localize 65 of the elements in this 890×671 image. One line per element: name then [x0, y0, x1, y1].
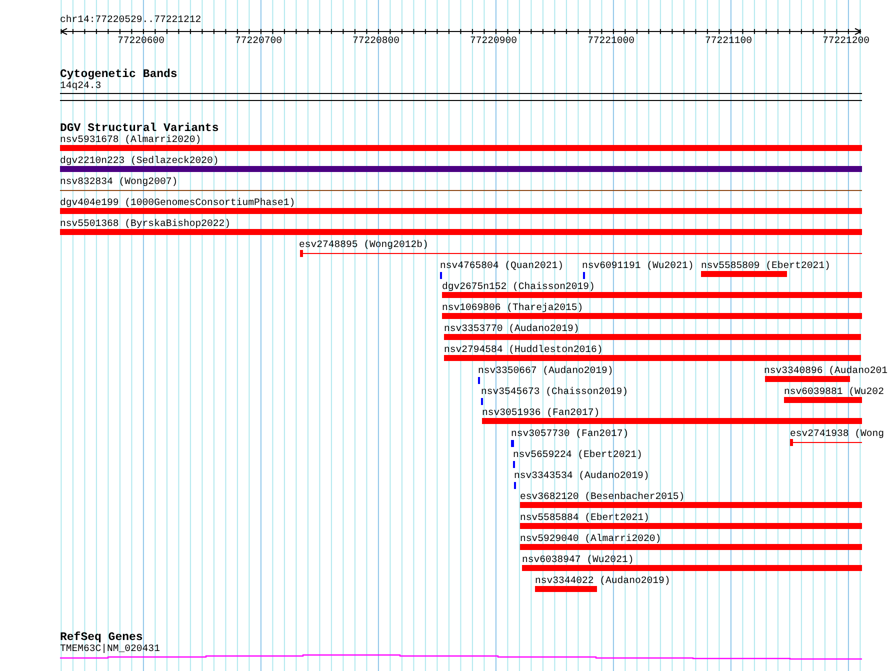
feature-label: nsv3051936 (Fan2017)	[482, 407, 600, 419]
variant-bar[interactable]	[444, 355, 861, 361]
feature-label: nsv5585884 (Ebert2021)	[520, 512, 650, 524]
variant-bar[interactable]	[765, 376, 850, 382]
track-title: DGV Structural Variants	[60, 122, 219, 135]
variant-mark[interactable]	[514, 482, 516, 489]
feature-label: nsv3344022 (Audano2019)	[535, 575, 670, 587]
feature-label: nsv1069806 (Thareja2015)	[442, 302, 584, 314]
variant-bar[interactable]	[444, 334, 861, 340]
variant-bar[interactable]	[701, 271, 787, 277]
feature-label: nsv832834 (Wong2007)	[60, 176, 178, 188]
feature-label: nsv3350667 (Audano2019)	[478, 365, 614, 377]
feature-label: nsv5585809 (Ebert2021)	[701, 260, 830, 272]
feature-label: nsv3343534 (Audano2019)	[514, 470, 650, 482]
feature-label: nsv4765804 (Quan2021)	[440, 260, 564, 272]
gene-label: TMEM63C|NM_020431	[60, 643, 160, 655]
ruler-tick-label: 77221200	[822, 35, 870, 47]
variant-bar[interactable]	[520, 544, 862, 550]
feature-label: nsv3340896 (Audano201	[764, 365, 888, 377]
variant-bar[interactable]	[442, 292, 862, 298]
ruler-tick-label: 77221000	[587, 35, 635, 47]
variant-bar[interactable]	[60, 229, 862, 235]
variant-bar[interactable]	[60, 166, 862, 172]
variant-mark[interactable]	[440, 272, 442, 279]
feature-label: nsv6038947 (Wu2021)	[522, 554, 634, 566]
feature-label: nsv5659224 (Ebert2021)	[513, 449, 642, 461]
feature-label: dgv404e199 (1000GenomesConsortiumPhase1)	[60, 197, 296, 209]
ruler-tick-label: 77220700	[234, 35, 282, 47]
band-label: 14q24.3	[60, 80, 102, 92]
variant-bar[interactable]	[60, 145, 862, 151]
feature-label: dgv2675n152 (Chaisson2019)	[442, 281, 595, 293]
variant-bar[interactable]	[784, 397, 862, 403]
feature-label: nsv3353770 (Audano2019)	[444, 323, 580, 335]
feature-label: nsv5931678 (Almarri2020)	[60, 134, 202, 146]
feature-label: nsv2794584 (Huddleston2016)	[444, 344, 603, 356]
feature-label: esv2741938 (Wong	[790, 428, 884, 440]
ruler-tick-label: 77220800	[352, 35, 400, 47]
feature-label: nsv3057730 (Fan2017)	[511, 428, 629, 440]
ruler-tick-label: 77221100	[704, 35, 752, 47]
variant-bar[interactable]	[522, 565, 862, 571]
variant-bar[interactable]	[535, 586, 597, 592]
feature-label: nsv3545673 (Chaisson2019)	[481, 386, 628, 398]
variant-bar[interactable]	[520, 502, 862, 508]
ruler-tick-label: 77220900	[470, 35, 518, 47]
feature-label: nsv5501368 (ByrskaBishop2022)	[60, 218, 230, 230]
feature-label: esv2748895 (Wong2012b)	[299, 239, 428, 251]
feature-label: dgv2210n223 (Sedlazeck2020)	[60, 155, 219, 167]
variant-mark[interactable]	[481, 398, 483, 405]
variant-mark[interactable]	[511, 440, 514, 447]
variant-mark[interactable]	[478, 377, 480, 384]
variant-mark[interactable]	[513, 461, 515, 468]
variant-bar[interactable]	[520, 523, 862, 529]
feature-label: nsv6039881 (Wu202	[784, 386, 884, 398]
track-title: RefSeq Genes	[60, 631, 143, 644]
feature-label: nsv5929040 (Almarri2020)	[520, 533, 662, 545]
variant-mark[interactable]	[583, 272, 585, 279]
feature-label: esv3682120 (Besenbacher2015)	[520, 491, 685, 503]
feature-label: nsv6091191 (Wu2021)	[582, 260, 694, 272]
track-title: Cytogenetic Bands	[60, 68, 178, 81]
gene-line[interactable]	[60, 654, 862, 660]
variant-bar[interactable]	[482, 418, 862, 424]
location-label: chr14:77220529..77221212	[60, 14, 202, 26]
ruler-tick-label: 77220600	[117, 35, 165, 47]
variant-bar[interactable]	[442, 313, 862, 319]
variant-bar[interactable]	[60, 208, 862, 214]
